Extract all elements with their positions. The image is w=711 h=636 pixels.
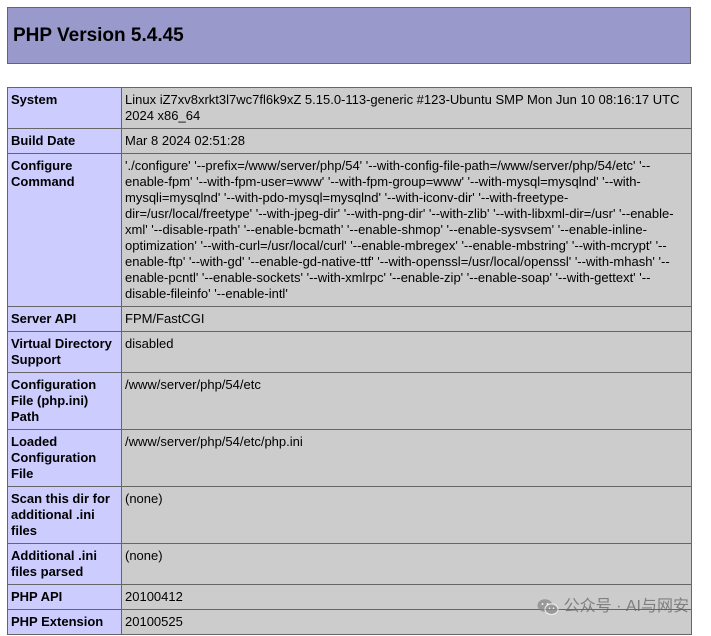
row-value: Linux iZ7xv8xrkt3l7wc7fl6k9xZ 5.15.0-113… [121, 87, 692, 129]
row-key: Configure Command [7, 153, 122, 307]
row-value: FPM/FastCGI [121, 306, 692, 332]
row-key: Virtual Directory Support [7, 331, 122, 373]
row-value: (none) [121, 486, 692, 544]
row-value: (none) [121, 543, 692, 585]
table-row: Build Date Mar 8 2024 02:51:28 [7, 128, 692, 154]
row-value: /www/server/php/54/etc/php.ini [121, 429, 692, 487]
row-value: Mar 8 2024 02:51:28 [121, 128, 692, 154]
table-row: System Linux iZ7xv8xrkt3l7wc7fl6k9xZ 5.15… [7, 87, 692, 129]
info-table-body: System Linux iZ7xv8xrkt3l7wc7fl6k9xZ 5.15… [7, 87, 692, 635]
row-key: Loaded Configuration File [7, 429, 122, 487]
row-key: Scan this dir for additional .ini files [7, 486, 122, 544]
table-row: Loaded Configuration File/www/server/php… [7, 429, 692, 487]
row-key: PHP Extension [7, 609, 122, 635]
table-row: Virtual Directory Support disabled [7, 331, 692, 373]
table-row: Scan this dir for additional .ini files(… [7, 486, 692, 544]
row-key: PHP API [7, 584, 122, 610]
watermark: 公众号 · AI与网安 [537, 597, 689, 617]
row-value: './configure' '--prefix=/www/server/php/… [121, 153, 692, 307]
row-key: System [7, 87, 122, 129]
row-value: disabled [121, 331, 692, 373]
watermark-text: 公众号 · AI与网安 [563, 598, 689, 615]
table-row: Additional .ini files parsed (none) [7, 543, 692, 585]
wechat-icon [537, 599, 559, 615]
row-key: Server API [7, 306, 122, 332]
table-row: Configure Command './configure' '--prefix… [7, 153, 692, 307]
page-header: PHP Version 5.4.45 [7, 7, 691, 64]
row-key: Additional .ini files parsed [7, 543, 122, 585]
page-title: PHP Version 5.4.45 [13, 25, 184, 46]
row-key: Configuration File (php.ini) Path [7, 372, 122, 430]
row-value: /www/server/php/54/etc [121, 372, 692, 430]
table-row: Configuration File (php.ini) Path/www/se… [7, 372, 692, 430]
row-key: Build Date [7, 128, 122, 154]
info-table: System Linux iZ7xv8xrkt3l7wc7fl6k9xZ 5.15… [7, 87, 692, 635]
table-row: Server API FPM/FastCGI [7, 306, 692, 332]
